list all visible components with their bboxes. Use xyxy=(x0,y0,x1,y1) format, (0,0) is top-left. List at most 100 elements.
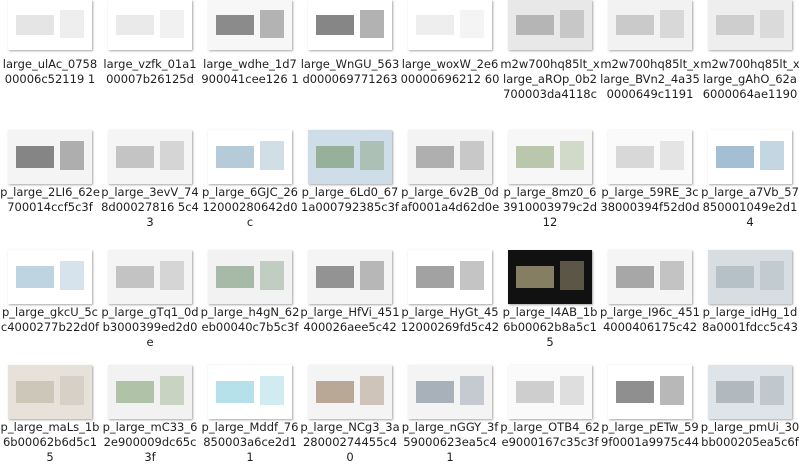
file-thumbnail[interactable] xyxy=(308,250,392,304)
file-item[interactable]: p_large_HyGt_4512000269fd5c42 xyxy=(400,240,500,358)
thumbnail-graphic xyxy=(660,375,684,406)
file-name-label: p_large_a7Vb_57850001049e2d14 xyxy=(701,185,799,229)
file-name-label: large_vzfk_01a100007b26125d xyxy=(103,57,197,86)
file-item[interactable]: p_large_a7Vb_57850001049e2d14 xyxy=(700,120,799,238)
file-item[interactable]: p_large_maLs_1b6b00062b6d5c15 xyxy=(0,355,100,473)
file-thumbnail[interactable] xyxy=(108,130,192,184)
file-name-label: large_wdhe_1d7900041cee126 1 xyxy=(201,57,299,86)
file-name-label: p_large_8mz0_63910003979c2d12 xyxy=(502,185,598,229)
thumbnail-graphic xyxy=(416,146,455,168)
thumbnail-graphic xyxy=(516,146,555,168)
thumbnail-graphic xyxy=(516,381,555,403)
file-item[interactable]: large_ulAc_075800006c52119 1 xyxy=(0,0,100,118)
thumbnail-graphic xyxy=(416,266,455,288)
file-thumbnail[interactable] xyxy=(108,250,192,304)
file-thumbnail[interactable] xyxy=(8,365,92,419)
file-item[interactable]: p_large_8mz0_63910003979c2d12 xyxy=(500,120,600,238)
file-thumbnail[interactable] xyxy=(608,0,692,50)
file-item[interactable]: p_large_mC33_62e900009dc65c3f xyxy=(100,355,200,473)
file-thumbnail[interactable] xyxy=(308,0,392,50)
file-thumbnail[interactable] xyxy=(8,130,92,184)
thumbnail-graphic xyxy=(660,140,684,171)
file-name-label: p_large_I4AB_1b6b00062b8a5c15 xyxy=(502,305,598,349)
file-thumbnail[interactable] xyxy=(8,0,92,50)
file-thumbnail[interactable] xyxy=(208,365,292,419)
file-thumbnail[interactable] xyxy=(408,250,492,304)
file-item[interactable]: m2w700hq85lt_xlarge_gAhO_62a6000064ae119… xyxy=(700,0,799,118)
file-thumbnail[interactable] xyxy=(8,250,92,304)
thumbnail-graphic xyxy=(16,381,55,403)
file-thumbnail[interactable] xyxy=(708,0,792,50)
file-thumbnail[interactable] xyxy=(508,365,592,419)
file-item[interactable]: m2w700hq85lt_xlarge_aROp_0b2700003da4118… xyxy=(500,0,600,118)
file-thumbnail[interactable] xyxy=(308,130,392,184)
thumbnail-graphic xyxy=(560,375,584,406)
file-item[interactable]: p_large_h4gN_62eb00040c7b5c3f xyxy=(200,240,300,358)
thumbnail-graphic xyxy=(416,381,455,403)
file-item[interactable]: p_large_gTq1_0db3000399ed2d0e xyxy=(100,240,200,358)
thumbnail-graphic xyxy=(216,266,255,288)
file-item[interactable]: large_woxW_2e600000696212 60 xyxy=(400,0,500,118)
file-name-label: p_large_3evV_748d00027816 5c43 xyxy=(101,185,199,229)
file-name-label: p_large_idHg_1d8a0001fdcc5c43 xyxy=(702,305,798,334)
file-item[interactable]: p_large_6v2B_0daf0001a4d62d0e xyxy=(400,120,500,238)
file-name-label: p_large_59RE_3c38000394f52d0d xyxy=(600,185,700,214)
file-item[interactable]: p_large_idHg_1d8a0001fdcc5c43 xyxy=(700,240,799,358)
file-name-label: p_large_maLs_1b6b00062b6d5c15 xyxy=(0,420,100,464)
thumbnail-graphic xyxy=(216,146,255,168)
file-item[interactable]: p_large_OTB4_62e9000167c35c3f xyxy=(500,355,600,473)
file-thumbnail[interactable] xyxy=(508,250,592,304)
file-item[interactable]: p_large_I96c_4514000406175c42 xyxy=(600,240,700,358)
thumbnail-graphic xyxy=(316,15,355,35)
file-thumbnail[interactable] xyxy=(208,250,292,304)
file-item[interactable]: p_large_NCg3_3a28000274455c40 xyxy=(300,355,400,473)
file-thumbnail[interactable] xyxy=(508,0,592,50)
file-thumbnail[interactable] xyxy=(208,0,292,50)
file-item[interactable]: p_large_pETw_599f0001a9975c44 xyxy=(600,355,700,473)
file-item[interactable]: p_large_I4AB_1b6b00062b8a5c15 xyxy=(500,240,600,358)
thumbnail-graphic xyxy=(216,381,255,403)
thumbnail-graphic xyxy=(416,15,455,35)
file-item[interactable]: large_vzfk_01a100007b26125d xyxy=(100,0,200,118)
file-thumbnail[interactable] xyxy=(608,130,692,184)
file-thumbnail[interactable] xyxy=(408,130,492,184)
file-thumbnail[interactable] xyxy=(108,0,192,50)
file-thumbnail[interactable] xyxy=(208,130,292,184)
thumbnail-graphic xyxy=(16,266,55,288)
file-item[interactable]: large_WnGU_563d000069771263 xyxy=(300,0,400,118)
thumbnail-graphic xyxy=(616,146,655,168)
file-item[interactable]: p_large_59RE_3c38000394f52d0d xyxy=(600,120,700,238)
file-item[interactable]: m2w700hq85lt_xlarge_BVn2_4a350000649c119… xyxy=(600,0,700,118)
file-thumbnail[interactable] xyxy=(408,0,492,50)
file-item[interactable]: p_large_2LI6_62e700014ccf5c3f xyxy=(0,120,100,238)
thumbnail-graphic xyxy=(16,146,55,168)
file-thumbnail[interactable] xyxy=(108,365,192,419)
file-item[interactable]: p_large_3evV_748d00027816 5c43 xyxy=(100,120,200,238)
file-thumbnail[interactable] xyxy=(608,250,692,304)
file-item[interactable]: p_large_6Ld0_671a000792385c3f xyxy=(300,120,400,238)
file-item[interactable]: p_large_6GJC_2612000280642d0c xyxy=(200,120,300,238)
file-thumbnail[interactable] xyxy=(408,365,492,419)
file-thumbnail[interactable] xyxy=(308,365,392,419)
file-thumbnail[interactable] xyxy=(708,250,792,304)
file-item[interactable]: p_large_nGGY_3f59000623ea5c41 xyxy=(400,355,500,473)
file-item[interactable]: p_large_gkcU_5cc4000277b22d0f xyxy=(0,240,100,358)
file-item[interactable]: p_large_HfVi_451400026aee5c42 xyxy=(300,240,400,358)
thumbnail-graphic xyxy=(516,266,555,288)
thumbnail-graphic xyxy=(460,260,484,291)
thumbnail-graphic xyxy=(716,381,755,403)
file-item[interactable]: large_wdhe_1d7900041cee126 1 xyxy=(200,0,300,118)
file-thumbnail[interactable] xyxy=(708,130,792,184)
file-thumbnail[interactable] xyxy=(708,365,792,419)
thumbnail-graphic xyxy=(660,260,684,291)
file-thumbnail[interactable] xyxy=(608,365,692,419)
thumbnail-graphic xyxy=(316,146,355,168)
file-name-label: p_large_2LI6_62e700014ccf5c3f xyxy=(0,185,100,214)
file-item[interactable]: p_large_pmUi_30bb000205ea5c6f xyxy=(700,355,799,473)
file-name-label: p_large_6v2B_0daf0001a4d62d0e xyxy=(400,185,500,214)
thumbnail-graphic xyxy=(260,140,284,171)
file-item[interactable]: p_large_Mddf_76850003a6ce2d11 xyxy=(200,355,300,473)
file-thumbnail[interactable] xyxy=(508,130,592,184)
thumbnail-graphic xyxy=(760,375,784,406)
thumbnail-graphic xyxy=(60,140,84,171)
